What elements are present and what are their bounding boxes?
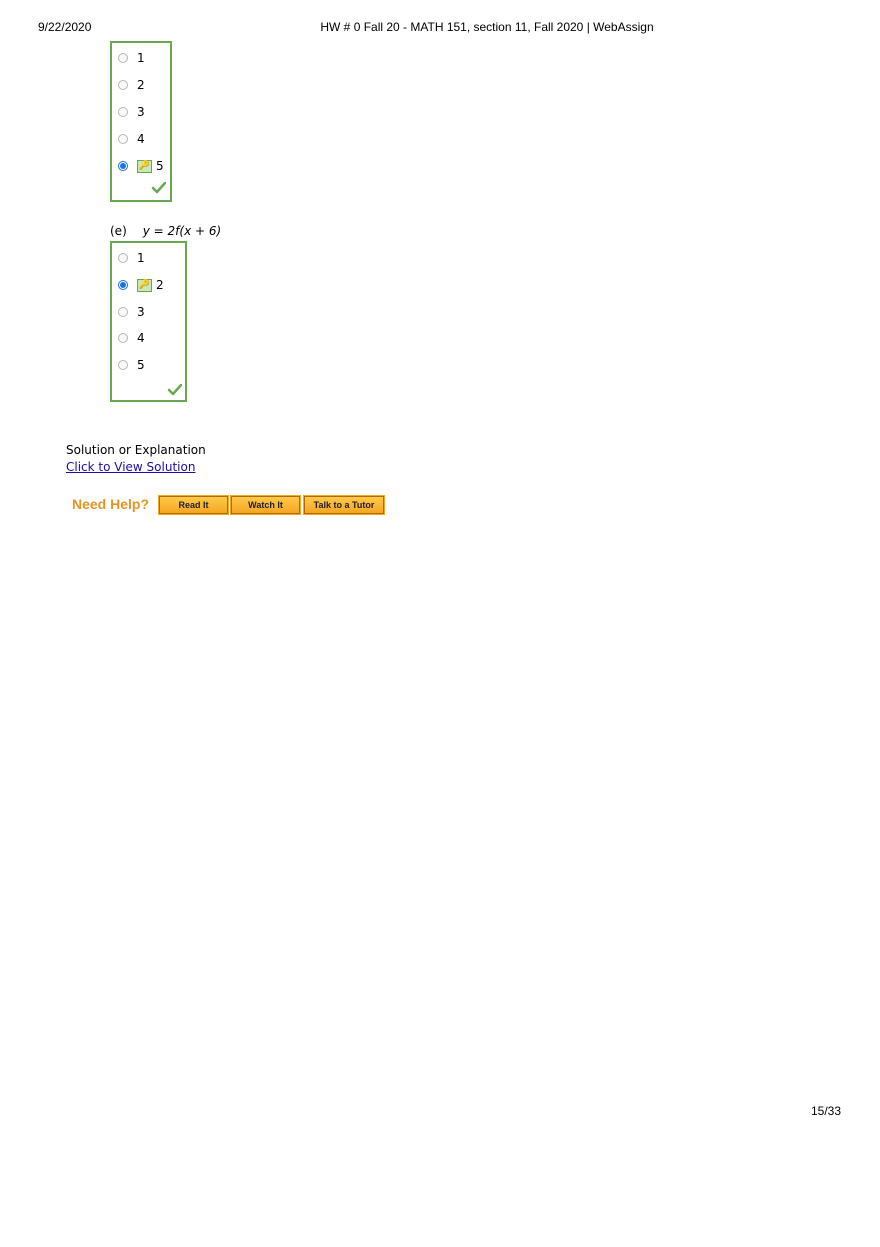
read-it-button[interactable]: Read It	[158, 495, 229, 515]
radio-button[interactable]	[118, 80, 128, 90]
option-label: 1	[137, 51, 145, 65]
question-e-label: (e) y = 2f(x + 6)	[110, 224, 221, 238]
option-e-4[interactable]: 4	[118, 329, 145, 347]
watch-it-button[interactable]: Watch It	[230, 495, 301, 515]
option-e-3[interactable]: 3	[118, 303, 145, 321]
radio-button[interactable]	[118, 53, 128, 63]
print-title: HW # 0 Fall 20 - MATH 151, section 11, F…	[320, 20, 654, 34]
key-icon: 🔑	[137, 159, 152, 173]
key-icon: 🔑	[137, 278, 152, 292]
option-label: 2	[137, 78, 145, 92]
option-d-2[interactable]: 2	[118, 76, 145, 94]
radio-button[interactable]	[118, 360, 128, 370]
radio-button-selected[interactable]	[118, 161, 128, 171]
view-solution-link[interactable]: Click to View Solution	[66, 460, 195, 474]
radio-button[interactable]	[118, 333, 128, 343]
option-label: 5	[137, 358, 145, 372]
option-label: 2	[156, 278, 164, 292]
option-label: 4	[137, 331, 145, 345]
option-e-5[interactable]: 5	[118, 356, 145, 374]
option-d-1[interactable]: 1	[118, 49, 145, 67]
option-label: 1	[137, 251, 145, 265]
option-e-1[interactable]: 1	[118, 249, 145, 267]
option-label: 5	[156, 159, 164, 173]
need-help-label: Need Help?	[72, 496, 150, 512]
solution-heading: Solution or Explanation	[66, 443, 206, 457]
talk-to-tutor-button[interactable]: Talk to a Tutor	[303, 495, 385, 515]
check-icon	[168, 384, 182, 396]
option-label: 3	[137, 105, 145, 119]
check-icon	[152, 182, 166, 194]
option-d-4[interactable]: 4	[118, 130, 145, 148]
option-d-5[interactable]: 🔑 5	[118, 157, 164, 175]
radio-button[interactable]	[118, 134, 128, 144]
radio-button[interactable]	[118, 253, 128, 263]
print-header: 9/22/2020 HW # 0 Fall 20 - MATH 151, sec…	[0, 20, 880, 36]
option-e-2[interactable]: 🔑 2	[118, 276, 164, 294]
option-d-3[interactable]: 3	[118, 103, 145, 121]
radio-button[interactable]	[118, 107, 128, 117]
part-letter: (e)	[110, 224, 127, 238]
radio-button[interactable]	[118, 307, 128, 317]
option-label: 4	[137, 132, 145, 146]
page-number: 15/33	[810, 1104, 841, 1118]
option-label: 3	[137, 305, 145, 319]
answer-box-e: 1 🔑 2 3 4 5	[110, 241, 187, 402]
radio-button-selected[interactable]	[118, 280, 128, 290]
answer-box-d: 1 2 3 4 🔑 5	[110, 41, 172, 202]
equation: y = 2f(x + 6)	[142, 224, 222, 238]
